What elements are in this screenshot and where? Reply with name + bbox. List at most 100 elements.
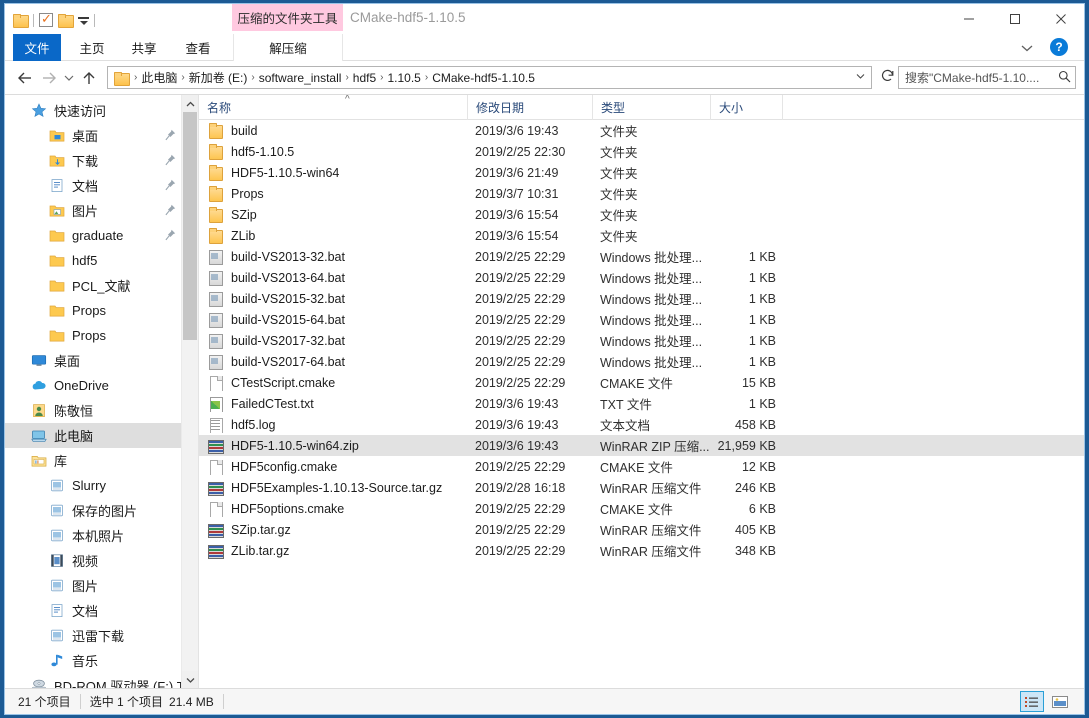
table-row[interactable]: SZip 2019/3/6 15:54 文件夹	[199, 204, 1084, 225]
table-row[interactable]: ZLib.tar.gz 2019/2/25 22:29 WinRAR 压缩文件 348…	[199, 540, 1084, 561]
sidebar-item[interactable]: 音乐	[5, 648, 198, 673]
breadcrumb-item-4[interactable]: 1.10.5	[384, 71, 423, 85]
table-row[interactable]: build-VS2017-64.bat 2019/2/25 22:29 Window…	[199, 351, 1084, 372]
sidebar-item[interactable]: 此电脑	[5, 423, 198, 448]
refresh-icon[interactable]	[878, 69, 898, 86]
breadcrumb-item-0[interactable]: 此电脑	[138, 69, 180, 86]
column-header-date[interactable]: 修改日期	[467, 95, 592, 120]
chevron-down-icon[interactable]	[1016, 38, 1038, 58]
table-row[interactable]: build-VS2015-32.bat 2019/2/25 22:29 Window…	[199, 288, 1084, 309]
help-icon[interactable]: ?	[1050, 38, 1068, 56]
sidebar-item[interactable]: hdf5	[5, 248, 198, 273]
pin-icon[interactable]	[165, 179, 176, 191]
pin-icon[interactable]	[165, 129, 176, 141]
sidebar-item[interactable]: 桌面	[5, 348, 198, 373]
cell-type: Windows 批处理...	[600, 251, 703, 265]
table-row[interactable]: Props 2019/3/7 10:31 文件夹	[199, 183, 1084, 204]
tab-view[interactable]: 查看	[175, 34, 221, 61]
table-row[interactable]: HDF5-1.10.5-win64 2019/3/6 21:49 文件夹	[199, 162, 1084, 183]
sidebar-item[interactable]: 文档	[5, 173, 198, 198]
table-row[interactable]: hdf5.log 2019/3/6 19:43 文本文档 458 KB	[199, 414, 1084, 435]
sidebar-item[interactable]: 桌面	[5, 123, 198, 148]
table-row[interactable]: SZip.tar.gz 2019/2/25 22:29 WinRAR 压缩文件 405…	[199, 519, 1084, 540]
scroll-down-icon[interactable]	[182, 671, 198, 688]
forward-button[interactable]	[37, 66, 61, 90]
tab-file[interactable]: 文件	[13, 34, 61, 61]
new-folder-icon[interactable]	[58, 14, 74, 28]
table-row[interactable]: HDF5Examples-1.10.13-Source.tar.gz 2019/2…	[199, 477, 1084, 498]
details-view-button[interactable]	[1020, 691, 1044, 712]
table-row[interactable]: HDF5options.cmake 2019/2/25 22:29 CMAKE 文件…	[199, 498, 1084, 519]
table-row[interactable]: build 2019/3/6 19:43 文件夹	[199, 120, 1084, 141]
back-button[interactable]	[13, 66, 37, 90]
column-header-name[interactable]: 名称 ^	[199, 95, 467, 120]
sidebar-item[interactable]: BD-ROM 驱动器 (F:) T	[5, 673, 198, 688]
sidebar-item[interactable]: 视频	[5, 548, 198, 573]
tab-share[interactable]: 共享	[121, 34, 167, 61]
column-header-type[interactable]: 类型	[592, 95, 710, 120]
search-icon[interactable]	[1058, 70, 1071, 86]
sidebar-item[interactable]: PCL_文献	[5, 273, 198, 298]
table-row[interactable]: build-VS2013-64.bat 2019/2/25 22:29 Window…	[199, 267, 1084, 288]
table-row[interactable]: hdf5-1.10.5 2019/2/25 22:30 文件夹	[199, 141, 1084, 162]
close-button[interactable]	[1038, 4, 1084, 34]
scroll-up-icon[interactable]	[182, 95, 198, 112]
table-row[interactable]: build-VS2015-64.bat 2019/2/25 22:29 Window…	[199, 309, 1084, 330]
sidebar-item[interactable]: Slurry	[5, 473, 198, 498]
pin-icon[interactable]	[165, 154, 176, 166]
customize-dropdown-icon[interactable]	[78, 15, 89, 26]
sidebar-item[interactable]: Props	[5, 323, 198, 348]
sidebar-item[interactable]: graduate	[5, 223, 198, 248]
sidebar-item[interactable]: 图片	[5, 198, 198, 223]
table-row[interactable]: ZLib 2019/3/6 15:54 文件夹	[199, 225, 1084, 246]
sidebar-item[interactable]: 陈敬恒	[5, 398, 198, 423]
table-row[interactable]: FailedCTest.txt 2019/3/6 19:43 TXT 文件 1 KB	[199, 393, 1084, 414]
sidebar-item[interactable]: 文档	[5, 598, 198, 623]
navigation-scrollbar[interactable]	[181, 95, 198, 688]
table-row[interactable]: build-VS2017-32.bat 2019/2/25 22:29 Window…	[199, 330, 1084, 351]
monitor-icon	[31, 353, 49, 369]
sidebar-item[interactable]: Props	[5, 298, 198, 323]
sidebar-item-label: 快速访问	[54, 104, 107, 119]
column-header-size[interactable]: 大小	[710, 95, 782, 120]
table-row[interactable]: build-VS2013-32.bat 2019/2/25 22:29 Window…	[199, 246, 1084, 267]
tab-home[interactable]: 主页	[69, 34, 115, 61]
sidebar-item[interactable]: 保存的图片	[5, 498, 198, 523]
sidebar-item[interactable]: 下载	[5, 148, 198, 173]
this-pc-icon	[31, 428, 49, 444]
navigation-scrollbar-thumb[interactable]	[183, 112, 197, 340]
breadcrumb-item-3[interactable]: hdf5	[350, 71, 379, 85]
breadcrumb-item-2[interactable]: software_install	[256, 71, 345, 85]
sidebar-item[interactable]: 快速访问	[5, 98, 198, 123]
cell-type: 文件夹	[600, 146, 638, 160]
cell-name: HDF5Examples-1.10.13-Source.tar.gz	[199, 480, 467, 496]
up-button[interactable]	[77, 66, 101, 90]
pin-icon[interactable]	[165, 204, 176, 216]
maximize-button[interactable]	[992, 4, 1038, 34]
search-input[interactable]: 搜索"CMake-hdf5-1.10....	[898, 66, 1076, 89]
folder-icon[interactable]	[13, 14, 29, 28]
cell-size: 15 KB	[741, 375, 776, 390]
sidebar-item[interactable]: OneDrive	[5, 373, 198, 398]
properties-icon[interactable]	[39, 11, 53, 27]
status-bar: 21 个项目 选中 1 个项目 21.4 MB	[5, 688, 1084, 714]
table-row[interactable]: HDF5-1.10.5-win64.zip 2019/3/6 19:43 WinRA…	[199, 435, 1084, 456]
address-dropdown-icon[interactable]	[851, 72, 869, 83]
file-name: HDF5-1.10.5-win64.zip	[231, 438, 359, 453]
sidebar-item[interactable]: 本机照片	[5, 523, 198, 548]
sidebar-item[interactable]: 库	[5, 448, 198, 473]
breadcrumb-item-1[interactable]: 新加卷 (E:)	[186, 69, 251, 86]
status-divider-2	[222, 694, 224, 709]
pin-icon[interactable]	[165, 229, 176, 241]
table-row[interactable]: HDF5config.cmake 2019/2/25 22:29 CMAKE 文件 1…	[199, 456, 1084, 477]
sidebar-item[interactable]: 迅雷下载	[5, 623, 198, 648]
tab-extract[interactable]: 解压缩	[233, 34, 343, 61]
minimize-button[interactable]	[946, 4, 992, 34]
large-icons-view-button[interactable]	[1048, 691, 1072, 712]
file-rows: build 2019/3/6 19:43 文件夹 hdf5-1.10.5 2019/2/…	[199, 120, 1084, 561]
sidebar-item[interactable]: 图片	[5, 573, 198, 598]
breadcrumb-item-5[interactable]: CMake-hdf5-1.10.5	[429, 71, 538, 85]
table-row[interactable]: CTestScript.cmake 2019/2/25 22:29 CMAKE 文件…	[199, 372, 1084, 393]
address-field[interactable]: › 此电脑 › 新加卷 (E:) › software_install › hd…	[107, 66, 872, 89]
recent-locations-button[interactable]	[61, 66, 77, 90]
